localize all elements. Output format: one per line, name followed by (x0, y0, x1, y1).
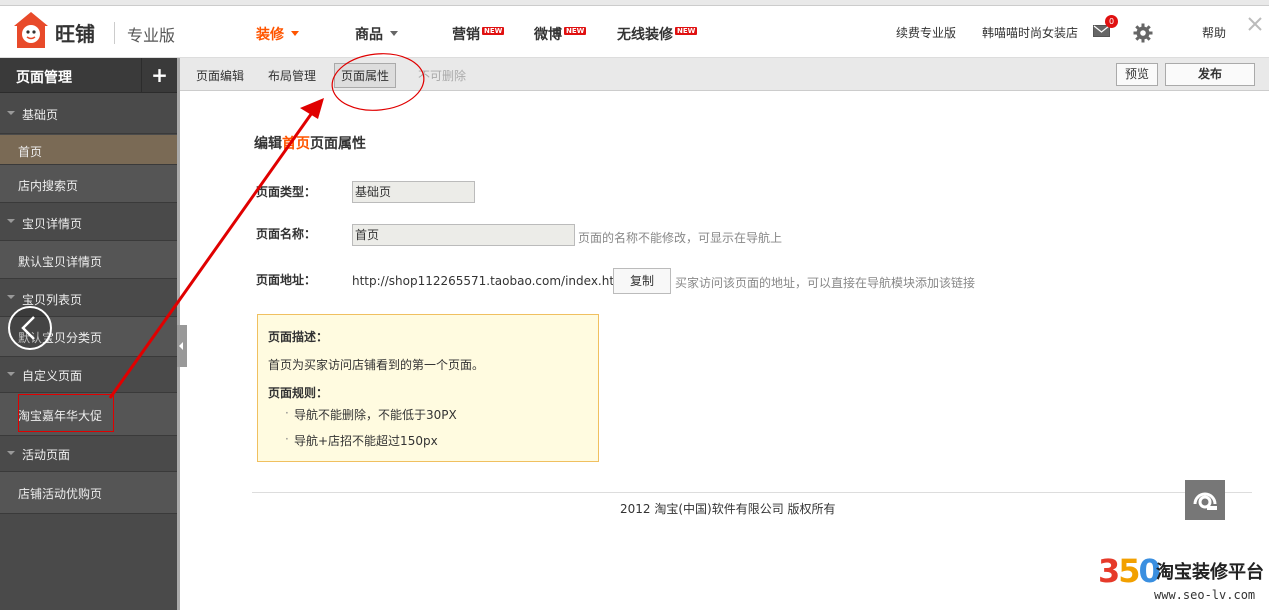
annotation-overlay (108, 53, 425, 399)
shop-name-link[interactable]: 韩喵喵时尚女装店 (982, 24, 1078, 41)
sidebar-item-label: 店内搜索页 (18, 179, 79, 193)
nav-wireless-label: 无线装修 (617, 27, 673, 43)
annotation-highlight-box (18, 394, 114, 432)
wangpu-logo-icon (14, 12, 48, 48)
sidebar-group-label: 活动页面 (22, 448, 71, 462)
page-description-box: 页面描述： 首页为买家访问店铺看到的第一个页面。 页面规则： 导航不能删除，不能… (257, 314, 599, 462)
tab-cannot-delete: 不可删除 (418, 69, 467, 83)
chevron-down-icon (390, 31, 398, 36)
sidebar-group-activity[interactable]: 活动页面 (0, 436, 177, 472)
gear-icon[interactable] (1133, 23, 1153, 43)
rules-heading: 页面规则： (268, 386, 329, 400)
sidebar-group-detail[interactable]: 宝贝详情页 (0, 203, 177, 241)
rule-item: 导航不能删除，不能低于30PX (285, 406, 457, 423)
sidebar-item-label: 默认宝贝详情页 (18, 255, 103, 269)
page-url-label: 页面地址： (256, 273, 317, 287)
rule-item: 导航+店招不能超过150px (285, 432, 438, 449)
tab-page-properties[interactable]: 页面属性 (334, 63, 397, 88)
preview-button[interactable]: 预览 (1116, 63, 1158, 86)
site-watermark: 350 淘宝装修平台 www.seo-lv.com (1098, 552, 1269, 610)
headset-icon (1193, 492, 1217, 510)
sidebar-item-default-detail[interactable]: 默认宝贝详情页 (0, 241, 177, 279)
title-prefix: 编辑 (254, 136, 282, 152)
annotation-arrow-head (300, 98, 324, 119)
tab-page-edit[interactable]: 页面编辑 (196, 67, 244, 84)
top-header: 旺铺 专业版 装修 商品 营销 NEW 微博 NEW 无线装修 NEW 续费专业版 韩… (0, 6, 1269, 58)
page-title: 编辑首页页面属性 (254, 133, 366, 153)
nav-wireless[interactable]: 无线装修 NEW (617, 24, 698, 44)
triangle-down-icon (7, 219, 15, 223)
title-page-name: 首页 (282, 136, 310, 152)
wm-digit: 5 (1118, 552, 1140, 590)
edition-label: 专业版 (127, 26, 176, 45)
sidebar-group-label: 自定义页面 (22, 369, 83, 383)
sidebar-group-basic[interactable]: 基础页 (0, 94, 177, 134)
sidebar-item-search-page[interactable]: 店内搜索页 (0, 165, 177, 203)
page-name-hint: 页面的名称不能修改，可显示在导航上 (578, 231, 783, 245)
back-arrow-icon[interactable] (8, 306, 52, 350)
collapse-sidebar-handle[interactable] (177, 325, 187, 367)
triangle-down-icon (7, 372, 15, 376)
page-url-value: http://shop112265571.taobao.com/index.ht… (352, 274, 626, 288)
footer-copyright: 2012 淘宝(中国)软件有限公司 版权所有 (620, 502, 836, 516)
sidebar-group-label: 宝贝详情页 (22, 217, 83, 231)
nav-goods-label: 商品 (355, 27, 383, 43)
page-url-hint: 买家访问该页面的地址，可以直接在导航模块添加该链接 (675, 276, 976, 290)
sidebar-item-activity-page[interactable]: 店铺活动优购页 (0, 472, 177, 514)
triangle-down-icon (7, 111, 15, 115)
footer-divider (252, 492, 1252, 493)
brand-name: 旺铺 (55, 22, 95, 46)
close-icon[interactable] (1247, 16, 1263, 32)
watermark-number: 350 (1098, 552, 1161, 590)
nav-goods[interactable]: 商品 (355, 24, 398, 44)
chevron-down-icon (291, 31, 299, 36)
page-name-field: 首页 (352, 224, 575, 246)
add-page-button[interactable]: + (141, 58, 177, 93)
brand-divider (114, 22, 115, 44)
description-text: 首页为买家访问店铺看到的第一个页面。 (268, 358, 485, 372)
copy-url-button[interactable]: 复制 (613, 268, 671, 294)
page-name-label: 页面名称： (256, 227, 317, 241)
new-badge: NEW (564, 27, 587, 35)
nav-marketing[interactable]: 营销 NEW (452, 24, 505, 44)
triangle-down-icon (7, 451, 15, 455)
sidebar-title: 页面管理 (16, 70, 72, 86)
renew-link[interactable]: 续费专业版 (896, 24, 956, 41)
new-badge: NEW (675, 27, 698, 35)
sidebar-group-custom[interactable]: 自定义页面 (0, 357, 177, 393)
nav-weibo-label: 微博 (534, 27, 562, 43)
description-heading: 页面描述： (268, 330, 329, 344)
chevron-left-icon (21, 316, 35, 340)
publish-button[interactable]: 发布 (1165, 63, 1255, 86)
nav-decorate[interactable]: 装修 (256, 24, 299, 44)
sidebar-item-home[interactable]: 首页 (0, 135, 177, 165)
tab-layout-manage[interactable]: 布局管理 (268, 67, 316, 84)
page-type-label: 页面类型： (256, 185, 317, 199)
watermark-name: 淘宝装修平台 (1156, 562, 1264, 583)
sidebar-item-label: 首页 (18, 145, 43, 159)
page-toolbar: 页面编辑 布局管理 页面属性 不可删除 预览 发布 (180, 58, 1269, 91)
chat-support-icon[interactable] (1185, 480, 1225, 520)
new-badge: NEW (482, 27, 505, 35)
page-type-field: 基础页 (352, 181, 475, 203)
nav-weibo[interactable]: 微博 NEW (534, 24, 587, 44)
title-suffix: 页面属性 (310, 136, 366, 152)
watermark-url: www.seo-lv.com (1154, 588, 1256, 602)
sidebar-group-label: 基础页 (22, 108, 59, 122)
mail-count-badge: 0 (1105, 15, 1118, 28)
wm-digit: 3 (1098, 552, 1120, 590)
nav-marketing-label: 营销 (452, 27, 480, 43)
sidebar-item-label: 店铺活动优购页 (18, 487, 103, 501)
nav-decorate-label: 装修 (256, 27, 284, 43)
sidebar-header: 页面管理 + (0, 58, 177, 93)
help-link[interactable]: 帮助 (1202, 24, 1226, 41)
triangle-down-icon (7, 295, 15, 299)
